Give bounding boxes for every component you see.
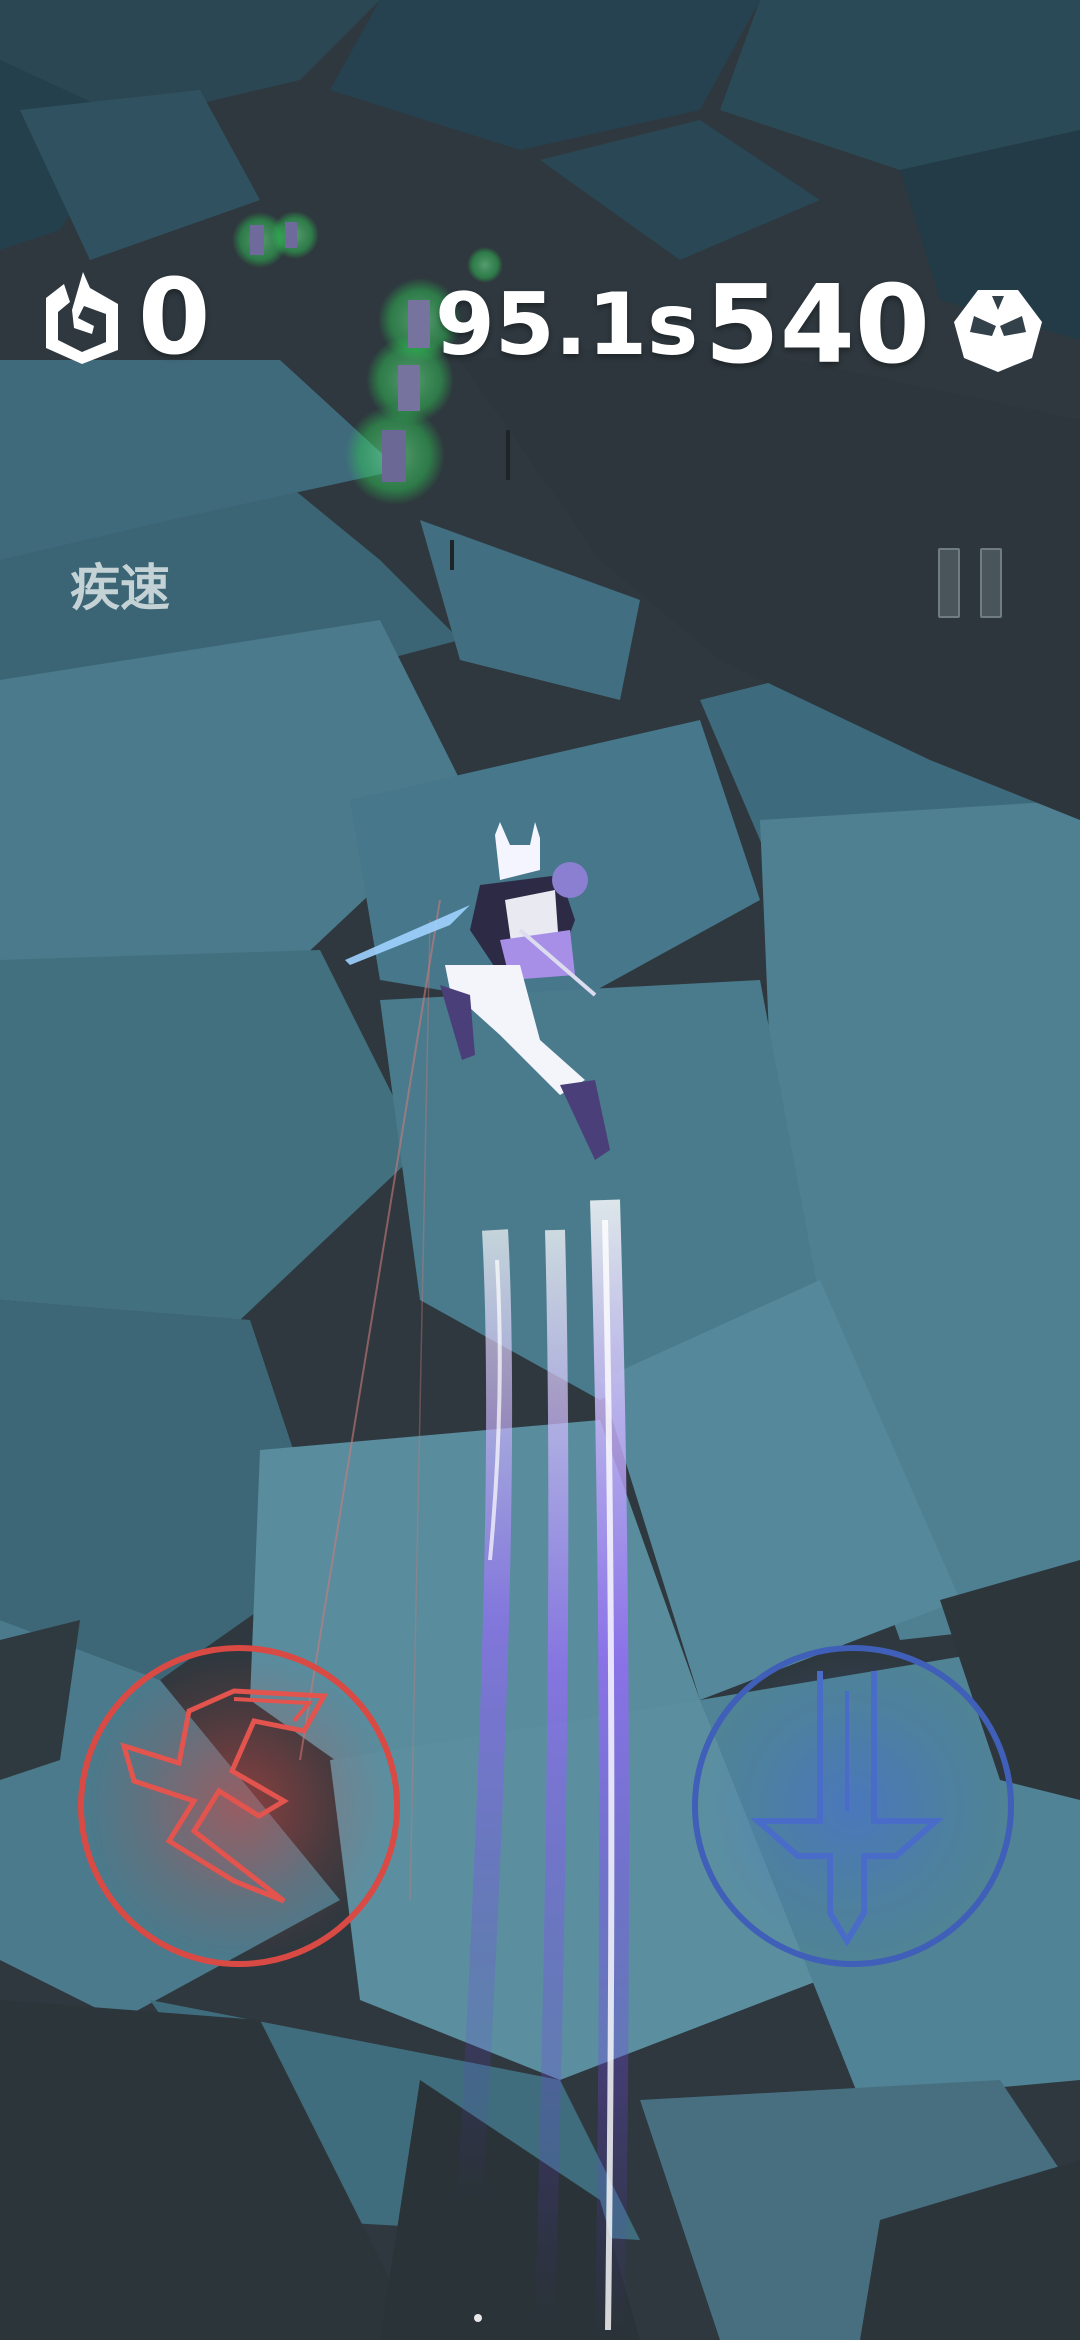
mode-label: 疾速 <box>70 559 170 617</box>
score-value: 540 <box>704 263 930 388</box>
combo-count: 0 <box>138 256 211 378</box>
timer: 95.1s <box>435 275 699 375</box>
spiral-shard-icon <box>38 268 128 366</box>
dash-rune-icon <box>120 1688 329 1904</box>
pause-icon-bar <box>980 548 1002 618</box>
sword-icon <box>750 1671 944 1947</box>
pause-button[interactable] <box>938 548 1006 618</box>
dash-button[interactable] <box>78 1645 400 1967</box>
mask-icon <box>952 286 1044 374</box>
pause-icon <box>938 548 960 618</box>
strike-button[interactable] <box>692 1645 1014 1967</box>
